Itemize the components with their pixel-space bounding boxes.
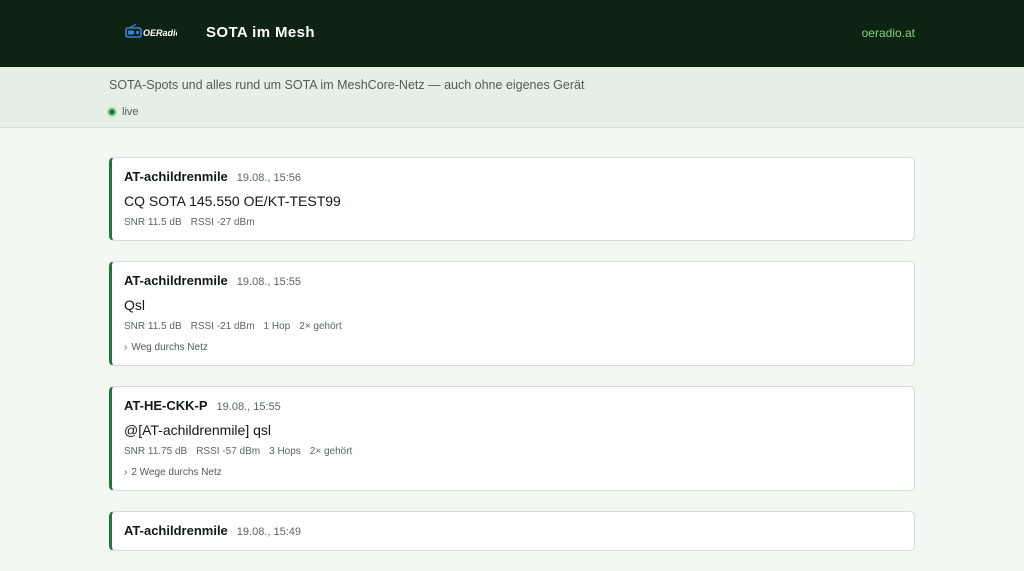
message-header: AT-achildrenmile 19.08., 15:49: [124, 523, 902, 540]
message-meta-item: RSSI -57 dBm: [196, 446, 261, 457]
message-meta-item: RSSI -21 dBm: [190, 321, 255, 332]
message-sender: AT-achildrenmile: [124, 273, 228, 288]
chevron-right-icon: ›: [124, 467, 128, 478]
message-time: 19.08., 15:56: [236, 172, 302, 184]
message-card: AT-achildrenmile 19.08., 15:55 Qsl SNR 1…: [109, 261, 915, 366]
message-meta-item: 2× gehört: [299, 321, 342, 332]
message-feed: AT-achildrenmile 19.08., 15:56 CQ SOTA 1…: [109, 157, 915, 571]
message-meta-item: RSSI -27 dBm: [190, 217, 255, 228]
message-time: 19.08., 15:55: [236, 276, 302, 288]
message-meta-item: 3 Hops: [269, 446, 301, 457]
message-text: CQ SOTA 145.550 OE/KT-TEST99: [124, 193, 341, 209]
message-meta: SNR 11.5 dB RSSI -27 dBm: [124, 216, 902, 230]
message-text: @[AT-achildrenmile] qsl: [124, 422, 271, 438]
message-meta: SNR 11.5 dB RSSI -21 dBm 1 Hop 2× gehört: [124, 320, 902, 334]
message-card: AT-HE-CKK-P 19.08., 15:55 @[AT-achildren…: [109, 386, 915, 491]
message-meta-item: SNR 11.5 dB: [124, 321, 182, 332]
message-header: AT-achildrenmile 19.08., 15:56: [124, 169, 902, 186]
chevron-right-icon: ›: [124, 342, 128, 353]
live-label: live: [122, 106, 139, 118]
site-title: SOTA im Mesh: [206, 24, 315, 41]
message-time: 19.08., 15:55: [216, 401, 281, 413]
message-card: AT-achildrenmile 19.08., 15:56 CQ SOTA 1…: [109, 157, 915, 241]
message-meta: SNR 11.75 dB RSSI -57 dBm 3 Hops 2× gehört: [124, 445, 902, 459]
message-meta-item: SNR 11.5 dB: [124, 217, 182, 228]
message-meta-item: 2× gehört: [309, 446, 353, 457]
message-header: AT-achildrenmile 19.08., 15:55: [124, 273, 902, 290]
top-bar: OERadio SOTA im Mesh oeradio.at: [0, 0, 1024, 67]
oeradio-logo-icon: OERadio: [125, 24, 177, 38]
message-card: AT-achildrenmile 19.08., 15:49: [109, 511, 915, 551]
svg-text:OERadio: OERadio: [143, 28, 177, 38]
path-toggle[interactable]: › Weg durchs Netz: [124, 341, 902, 355]
path-label: 2 Wege durchs Netz: [131, 467, 222, 478]
oeradio-logo[interactable]: OERadio: [125, 24, 177, 42]
message-text: Qsl: [124, 297, 145, 313]
message-time: 19.08., 15:49: [236, 526, 302, 538]
tagline: SOTA-Spots und alles rund um SOTA im Mes…: [109, 78, 585, 92]
message-header: AT-HE-CKK-P 19.08., 15:55: [124, 398, 902, 415]
live-status: live: [107, 104, 139, 120]
message-sender: AT-HE-CKK-P: [124, 398, 208, 413]
sub-header: SOTA-Spots und alles rund um SOTA im Mes…: [0, 67, 1024, 128]
path-label: Weg durchs Netz: [131, 342, 208, 353]
message-meta-item: 1 Hop: [263, 321, 291, 332]
path-toggle[interactable]: › 2 Wege durchs Netz: [124, 466, 902, 480]
oeradio-link[interactable]: oeradio.at: [862, 25, 915, 41]
message-sender: AT-achildrenmile: [124, 169, 228, 184]
message-meta-item: SNR 11.75 dB: [124, 446, 188, 457]
live-dot-icon: [107, 107, 117, 117]
